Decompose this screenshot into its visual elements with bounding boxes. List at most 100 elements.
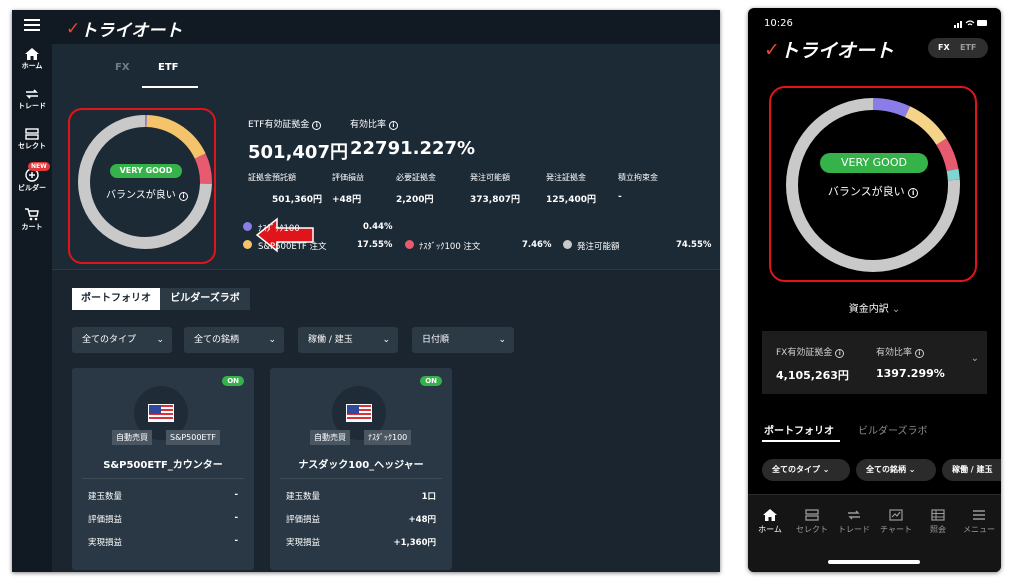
sidebar-item-builder[interactable]: NEW ビルダー xyxy=(12,162,52,193)
select-icon xyxy=(25,128,39,140)
info-icon[interactable]: i xyxy=(835,349,845,358)
etf-margin-value: 501,407円 xyxy=(248,142,348,163)
status-badge: ON xyxy=(222,376,244,386)
trade-icon xyxy=(848,510,860,520)
summary-area: FX ETF VERY GOOD バランスが良い i ETF有効証拠金 i 有効… xyxy=(52,44,720,270)
info-icon[interactable]: i xyxy=(914,349,924,358)
sidebar-item-select[interactable]: セレクト xyxy=(12,128,52,151)
brand-logo[interactable]: ✓ トライオート xyxy=(66,16,182,42)
ratio-value: 22791.227% xyxy=(350,138,476,159)
filter-status-chip[interactable]: 稼働 / 建玉 xyxy=(942,459,1001,481)
legend-value: 74.55% xyxy=(676,240,712,250)
row-label: 評価損益 xyxy=(286,515,321,525)
legend-label: 発注可能額 xyxy=(577,242,620,252)
card-title: ナスダック100_ヘッジャー xyxy=(298,460,424,471)
legend-value: 0.44% xyxy=(363,222,393,232)
row-value: +48円 xyxy=(408,515,436,525)
legend-swatch xyxy=(243,222,252,231)
ratio-label: 有効比率 i xyxy=(350,117,398,130)
tab-builders-lab[interactable]: ビルダーズラボ xyxy=(160,288,250,310)
chevron-down-icon: ⌄ xyxy=(382,335,390,345)
chart-icon xyxy=(889,509,903,521)
tag-label: ﾅｽﾀﾞｯｸ100 xyxy=(364,430,412,445)
ratio-label: 有効比率 i xyxy=(876,345,924,358)
legend-label: S&P500ETF 注文 xyxy=(258,242,327,252)
nav-menu[interactable]: メニュー xyxy=(959,509,999,535)
fx-etf-toggle[interactable]: FX ETF xyxy=(928,38,988,58)
order-margin-label: 発注証拠金 xyxy=(546,173,586,182)
order-margin-value: 125,400円 xyxy=(546,195,596,205)
legend-label: ﾅｽﾀﾞｯｸ100 xyxy=(258,224,300,234)
chevron-down-icon: ⌄ xyxy=(891,304,901,315)
info-icon[interactable]: i xyxy=(179,192,188,201)
nav-home[interactable]: ホーム xyxy=(750,509,790,535)
status-time: 10:26 xyxy=(764,18,793,29)
toggle-etf[interactable]: ETF xyxy=(960,38,976,58)
toggle-fx[interactable]: FX xyxy=(938,38,950,58)
tab-fx[interactable]: FX xyxy=(115,62,130,73)
top-bar: ✓ トライオート xyxy=(52,10,720,44)
required-margin-value: 2,200円 xyxy=(396,195,434,205)
row-value: - xyxy=(234,536,238,546)
nav-chart[interactable]: チャート xyxy=(876,509,916,535)
card-title: S&P500ETF_カウンター xyxy=(103,460,223,471)
info-icon[interactable]: i xyxy=(388,121,398,130)
reserve-value: - xyxy=(618,192,622,202)
sidebar-item-label: ビルダー xyxy=(18,184,46,192)
balance-status[interactable]: バランスが良い i xyxy=(97,186,197,201)
nav-select[interactable]: セレクト xyxy=(792,509,832,535)
legend-swatch xyxy=(563,240,572,249)
sidebar-item-cart[interactable]: カート xyxy=(12,208,52,232)
home-icon xyxy=(763,509,777,521)
divider xyxy=(82,478,244,479)
strategy-card[interactable]: ON 自動売買 S&P500ETF S&P500ETF_カウンター 建玉数量 -… xyxy=(72,368,254,570)
row-value: - xyxy=(234,490,238,500)
tab-builders-lab[interactable]: ビルダーズラボ xyxy=(858,422,928,437)
divider xyxy=(280,478,442,479)
required-margin-label: 必要証拠金 xyxy=(396,173,436,182)
reserve-label: 積立拘束金 xyxy=(618,173,658,182)
info-icon[interactable]: i xyxy=(312,121,322,130)
filter-symbol-select[interactable]: 全ての銘柄 ⌄ xyxy=(184,327,284,353)
sidebar-item-label: ホーム xyxy=(21,62,43,70)
sidebar-item-trade[interactable]: トレード xyxy=(12,88,52,111)
legend-swatch xyxy=(405,240,414,249)
filter-status-select[interactable]: 稼働 / 建玉 ⌄ xyxy=(298,327,398,353)
tab-etf[interactable]: ETF xyxy=(158,62,178,73)
chevron-down-icon[interactable]: ⌄ xyxy=(971,353,979,364)
chevron-down-icon: ⌄ xyxy=(908,465,916,474)
nav-trade[interactable]: トレード xyxy=(834,509,874,535)
breakdown-toggle[interactable]: 資金内訳 ⌄ xyxy=(748,300,1001,315)
nav-inquiry[interactable]: 照会 xyxy=(918,509,958,535)
brand-logo[interactable]: ✓ トライオート xyxy=(764,36,894,63)
sidebar: ホーム トレード セレクト NEW ビルダー カート xyxy=(12,10,52,572)
fx-margin-panel[interactable]: FX有効証拠金 i 有効比率 i 4,105,263円 1397.299% ⌄ xyxy=(762,331,987,394)
very-good-badge: VERY GOOD xyxy=(110,164,182,178)
filter-symbol-chip[interactable]: 全ての銘柄 ⌄ xyxy=(856,459,936,481)
available-amount-label: 発注可能額 xyxy=(470,173,510,182)
row-label: 評価損益 xyxy=(88,515,123,525)
row-value: +1,360円 xyxy=(393,538,436,548)
filter-sort-select[interactable]: 日付順 ⌄ xyxy=(412,327,514,353)
tag-label: S&P500ETF xyxy=(166,430,220,445)
filter-type-select[interactable]: 全てのタイプ ⌄ xyxy=(72,327,172,353)
chevron-down-icon: ⌄ xyxy=(498,335,506,345)
tab-portfolio[interactable]: ポートフォリオ xyxy=(72,288,160,310)
balance-status[interactable]: バランスが良い i xyxy=(803,183,943,199)
chevron-down-icon: ⌄ xyxy=(156,335,164,345)
hamburger-menu-icon[interactable] xyxy=(24,19,40,31)
tab-portfolio[interactable]: ポートフォリオ xyxy=(764,422,834,437)
sidebar-item-home[interactable]: ホーム xyxy=(12,48,52,71)
unrealized-pl-label: 評価損益 xyxy=(332,173,364,182)
tag-label: 自動売買 xyxy=(310,430,350,445)
select-icon xyxy=(805,509,819,521)
filter-type-chip[interactable]: 全てのタイプ ⌄ xyxy=(762,459,850,481)
tab-active-indicator xyxy=(142,86,198,88)
row-label: 建玉数量 xyxy=(88,492,123,502)
balance-donut-chart xyxy=(78,115,212,249)
strategy-card[interactable]: ON 自動売買 ﾅｽﾀﾞｯｸ100 ナスダック100_ヘッジャー 建玉数量 1口… xyxy=(270,368,452,570)
row-label: 実現損益 xyxy=(286,538,321,548)
deposit-label: 証拠金預託額 xyxy=(248,173,296,182)
info-icon[interactable]: i xyxy=(908,188,919,198)
ratio-value: 1397.299% xyxy=(876,367,945,380)
